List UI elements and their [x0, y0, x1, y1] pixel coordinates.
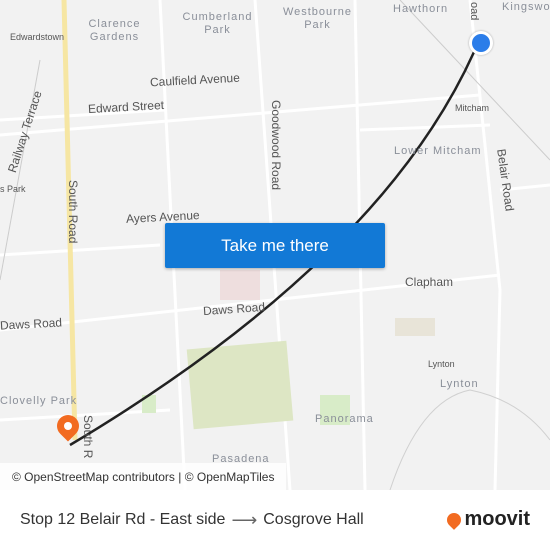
map-label-road-top: oad: [468, 2, 480, 21]
moovit-logo: moovit: [444, 508, 530, 531]
origin-name: Stop 12 Belair Rd - East side: [20, 511, 226, 528]
map-label-south-road: South Road: [66, 180, 80, 244]
map-label-goodwood-road: Goodwood Road: [269, 100, 283, 191]
map[interactable]: Hawthorn Kingswo oad Clarence Gardens Cu…: [0, 0, 550, 490]
map-label-clarence-gardens: Clarence Gardens: [88, 18, 141, 43]
map-label-hawthorn: Hawthorn: [393, 3, 449, 15]
map-label-lynton-small: Lynton: [428, 359, 455, 369]
moovit-logo-text: moovit: [464, 508, 530, 530]
map-label-edwardstown: Edwardstown: [10, 32, 65, 42]
destination-name: Cosgrove Hall: [263, 511, 364, 528]
map-label-kingswood: Kingswo: [502, 1, 550, 13]
map-label-mitcham: Mitcham: [455, 103, 490, 113]
map-label-cumberland-park: Cumberland Park: [182, 11, 253, 36]
map-label-clapham: Clapham: [405, 275, 454, 289]
origin-marker[interactable]: [469, 31, 493, 55]
map-label-westbourne-park: Westbourne Park: [282, 6, 353, 31]
map-label-lower-mitcham: Lower Mitcham: [394, 145, 482, 157]
map-label-s-park: s Park: [0, 184, 26, 194]
map-label-clovelly-park: Clovelly Park: [0, 395, 78, 407]
take-me-there-button[interactable]: Take me there: [165, 223, 385, 268]
map-label-south-road-bottom: South R: [81, 415, 95, 459]
map-attribution[interactable]: © OpenStreetMap contributors | © OpenMap…: [0, 463, 287, 490]
map-label-lynton: Lynton: [440, 378, 479, 390]
moovit-pin-icon: [444, 509, 465, 530]
map-label-panorama: Panorama: [315, 413, 374, 425]
arrow-right-icon: ⟶: [231, 509, 258, 530]
